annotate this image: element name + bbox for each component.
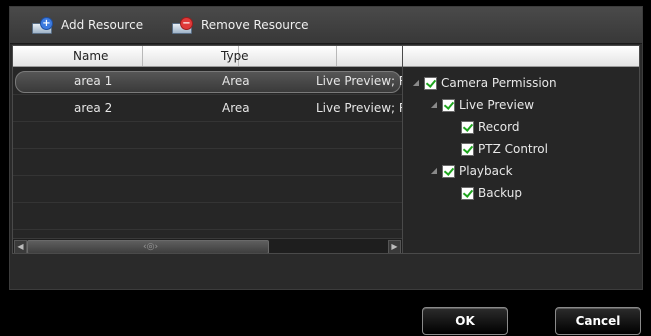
add-resource-button[interactable]: + Add Resource bbox=[32, 15, 143, 35]
tree-node-ptz-control[interactable]: PTZ Control bbox=[461, 139, 548, 159]
ptz-control-checkbox[interactable] bbox=[461, 142, 474, 156]
empty-row bbox=[13, 122, 403, 149]
tree-node-camera-permission[interactable]: ◢ Camera Permission bbox=[411, 73, 557, 93]
tree-node-playback[interactable]: ◢ Playback bbox=[429, 161, 513, 181]
permission-dialog: + Add Resource − Remove Resource Name Ty… bbox=[0, 0, 651, 336]
camera-permission-tree: ◢ Camera Permission ◢ Live Preview Recor… bbox=[402, 45, 640, 254]
tree-node-label: Record bbox=[478, 120, 520, 134]
horizontal-scrollbar[interactable]: ◀ ‹◎› ▶ bbox=[13, 238, 403, 253]
tree-node-label: Playback bbox=[459, 164, 513, 178]
column-header-type[interactable]: Type bbox=[143, 46, 249, 66]
row-type: Area bbox=[222, 101, 250, 115]
tree-header bbox=[403, 46, 639, 67]
empty-row bbox=[13, 176, 403, 203]
tree-node-backup[interactable]: Backup bbox=[461, 183, 522, 203]
row-type: Area bbox=[222, 74, 250, 88]
column-header-name[interactable]: Name bbox=[13, 46, 143, 66]
row-name: area 2 bbox=[74, 101, 113, 115]
scroll-right-arrow-icon[interactable]: ▶ bbox=[388, 240, 401, 253]
column-header-permissions[interactable] bbox=[239, 46, 337, 66]
camera-permission-checkbox[interactable] bbox=[424, 76, 437, 90]
resource-panel: + Add Resource − Remove Resource Name Ty… bbox=[9, 6, 643, 290]
tree-node-record[interactable]: Record bbox=[461, 117, 519, 137]
expand-arrow-icon[interactable]: ◢ bbox=[411, 78, 421, 88]
backup-checkbox[interactable] bbox=[461, 186, 474, 200]
table-row[interactable]: area 2 Area Live Preview; Re bbox=[13, 95, 403, 122]
expand-arrow-icon[interactable]: ◢ bbox=[429, 100, 439, 110]
row-name: area 1 bbox=[74, 74, 113, 88]
tree-node-label: Camera Permission bbox=[441, 76, 557, 90]
playback-checkbox[interactable] bbox=[442, 164, 455, 178]
scrollbar-grip-icon: ‹◎› bbox=[143, 242, 159, 252]
empty-row bbox=[13, 149, 403, 176]
toolbar: + Add Resource − Remove Resource bbox=[10, 7, 642, 44]
tree-node-label: Backup bbox=[478, 186, 522, 200]
tree-node-label: Live Preview bbox=[459, 98, 535, 112]
scroll-left-arrow-icon[interactable]: ◀ bbox=[14, 240, 27, 253]
empty-row bbox=[13, 203, 403, 230]
cancel-button[interactable]: Cancel bbox=[555, 307, 641, 335]
tree-node-live-preview[interactable]: ◢ Live Preview bbox=[429, 95, 534, 115]
row-permissions: Live Preview; Re bbox=[316, 101, 402, 115]
remove-resource-button[interactable]: − Remove Resource bbox=[172, 15, 309, 35]
tree-node-label: PTZ Control bbox=[478, 142, 548, 156]
add-resource-icon: + bbox=[32, 17, 54, 34]
resource-list-header: Name Type bbox=[13, 46, 403, 67]
expand-arrow-icon[interactable]: ◢ bbox=[429, 166, 439, 176]
resource-list: Name Type area 1 Area Live Preview; Re a… bbox=[12, 45, 404, 254]
scrollbar-thumb[interactable]: ‹◎› bbox=[27, 240, 269, 253]
remove-resource-icon: − bbox=[172, 17, 194, 34]
remove-resource-label: Remove Resource bbox=[201, 18, 309, 32]
row-permissions: Live Preview; Re bbox=[316, 74, 402, 88]
record-checkbox[interactable] bbox=[461, 120, 474, 134]
ok-button[interactable]: OK bbox=[422, 307, 508, 335]
live-preview-checkbox[interactable] bbox=[442, 98, 455, 112]
table-row[interactable]: area 1 Area Live Preview; Re bbox=[13, 68, 403, 95]
add-resource-label: Add Resource bbox=[61, 18, 144, 32]
